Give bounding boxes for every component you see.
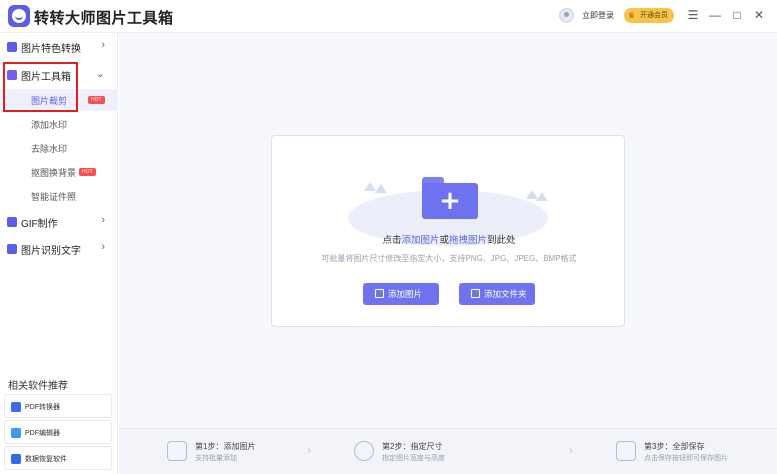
user-avatar-icon[interactable]	[559, 8, 574, 23]
related-pdf-converter[interactable]: PDF转换器	[4, 394, 112, 418]
sidebar-subitem-label: 图片裁剪	[31, 96, 68, 106]
chevron-down-icon: ⌄	[95, 68, 105, 80]
step-desc: 点击保存按钮即可保存图片	[644, 455, 728, 462]
sidebar-subitem-add-watermark[interactable]: 添加水印	[0, 113, 118, 135]
prompt-text: 到此处	[487, 235, 516, 246]
sidebar-subitem-label: 智能证件照	[31, 192, 77, 202]
sidebar-subitem-remove-watermark[interactable]: 去除水印	[0, 137, 118, 159]
add-image-button-label: 添加图片	[388, 289, 423, 299]
sidebar-subitem-label: 去除水印	[31, 144, 68, 154]
add-folder-button[interactable]: 添加文件夹	[459, 283, 535, 305]
dropzone-hint: 可批量将图片尺寸修改至指定大小，支持PNG、JPG、JPEG、BMP格式	[321, 254, 577, 263]
crown-icon: ♛	[628, 11, 636, 20]
add-image-button[interactable]: 添加图片	[363, 283, 439, 305]
app-logo-icon	[8, 5, 30, 27]
minimize-button[interactable]: —	[707, 7, 723, 23]
data-recovery-icon	[11, 454, 21, 464]
sidebar-item-image-convert[interactable]: 图片特色转换 ›	[0, 34, 118, 60]
chevron-right-icon: ›	[101, 39, 105, 51]
sidebar-item-toolbox[interactable]: 图片工具箱 ⌄	[0, 62, 118, 88]
vip-button-label: 开通会员	[640, 12, 668, 19]
close-button[interactable]: ✕	[751, 7, 767, 23]
sidebar-item-label: 图片识别文字	[21, 246, 81, 257]
menu-icon[interactable]: ☰	[685, 7, 701, 23]
related-software-title: 相关软件推荐	[8, 381, 68, 392]
pdf-converter-icon	[11, 402, 21, 412]
convert-icon	[7, 42, 17, 52]
add-folder-icon[interactable]: +	[422, 177, 478, 219]
image-icon	[375, 289, 384, 298]
toolbox-icon	[7, 70, 17, 80]
related-item-label: PDF转换器	[25, 404, 60, 411]
step-title: 第3步：全部保存	[644, 442, 705, 451]
sidebar-subitem-cutout-background[interactable]: 抠图换背景 HOT	[0, 161, 118, 183]
image-step-icon	[167, 441, 187, 461]
step-title: 第1步：添加图片	[195, 442, 256, 451]
mountain-decoration	[375, 184, 387, 193]
dropzone[interactable]: + 点击添加图片或拖拽图片到此处 可批量将图片尺寸修改至指定大小，支持PNG、J…	[271, 135, 625, 327]
sidebar-item-ocr[interactable]: 图片识别文字 ›	[0, 236, 118, 262]
chevron-right-icon: ›	[101, 214, 105, 226]
related-data-recovery[interactable]: 数据恢复软件	[4, 446, 112, 470]
step-title: 第2步：指定尺寸	[382, 442, 443, 451]
step-desc: 支持批量添加	[195, 455, 237, 462]
maximize-button[interactable]: □	[729, 7, 745, 23]
steps-footer: 第1步：添加图片 支持批量添加 › 第2步：指定尺寸 指定图片宽度与高度 › 第…	[119, 428, 777, 474]
chevron-right-icon: ›	[307, 443, 311, 457]
chevron-right-icon: ›	[569, 443, 573, 457]
gif-icon	[7, 217, 17, 227]
prompt-text: 或	[439, 235, 449, 246]
drag-image-link: 拖拽图片	[449, 235, 488, 246]
prompt-text: 点击	[382, 235, 402, 246]
add-folder-button-label: 添加文件夹	[484, 289, 527, 299]
login-link[interactable]: 立即登录	[582, 10, 614, 21]
title-bar: 转转大师图片工具箱 立即登录 ♛ 开通会员 ☰ — □ ✕	[0, 0, 777, 33]
sidebar-item-label: 图片特色转换	[21, 44, 81, 55]
app-title: 转转大师图片工具箱	[34, 10, 174, 27]
save-step-icon	[616, 441, 636, 461]
vip-button[interactable]: ♛ 开通会员	[624, 8, 674, 23]
hot-badge: HOT	[88, 96, 105, 104]
step-desc: 指定图片宽度与高度	[382, 455, 445, 462]
sidebar-item-label: GIF制作	[21, 219, 58, 230]
related-item-label: 数据恢复软件	[25, 456, 67, 463]
sidebar-item-gif[interactable]: GIF制作 ›	[0, 209, 118, 235]
dropzone-prompt: 点击添加图片或拖拽图片到此处	[272, 232, 626, 246]
add-image-link[interactable]: 添加图片	[401, 235, 439, 246]
pdf-editor-icon	[11, 428, 21, 438]
related-pdf-editor[interactable]: PDF编辑器	[4, 420, 112, 444]
sidebar-item-label: 图片工具箱	[21, 72, 71, 83]
sidebar: 图片特色转换 › 图片工具箱 ⌄ 图片裁剪 HOT 添加水印 去除水印 抠图换背…	[0, 33, 118, 474]
sidebar-subitem-label: 添加水印	[31, 120, 68, 130]
sidebar-subitem-id-photo[interactable]: 智能证件照	[0, 185, 118, 207]
hot-badge: HOT	[79, 168, 96, 176]
sidebar-subitem-label: 抠图换背景	[31, 168, 77, 178]
mountain-decoration	[536, 192, 548, 201]
folder-icon	[471, 289, 480, 298]
main-panel: + 点击添加图片或拖拽图片到此处 可批量将图片尺寸修改至指定大小，支持PNG、J…	[119, 33, 777, 474]
related-item-label: PDF编辑器	[25, 430, 60, 437]
sidebar-subitem-image-crop[interactable]: 图片裁剪 HOT	[0, 89, 118, 111]
ocr-icon	[7, 244, 17, 254]
chevron-right-icon: ›	[101, 241, 105, 253]
resize-step-icon	[354, 441, 374, 461]
